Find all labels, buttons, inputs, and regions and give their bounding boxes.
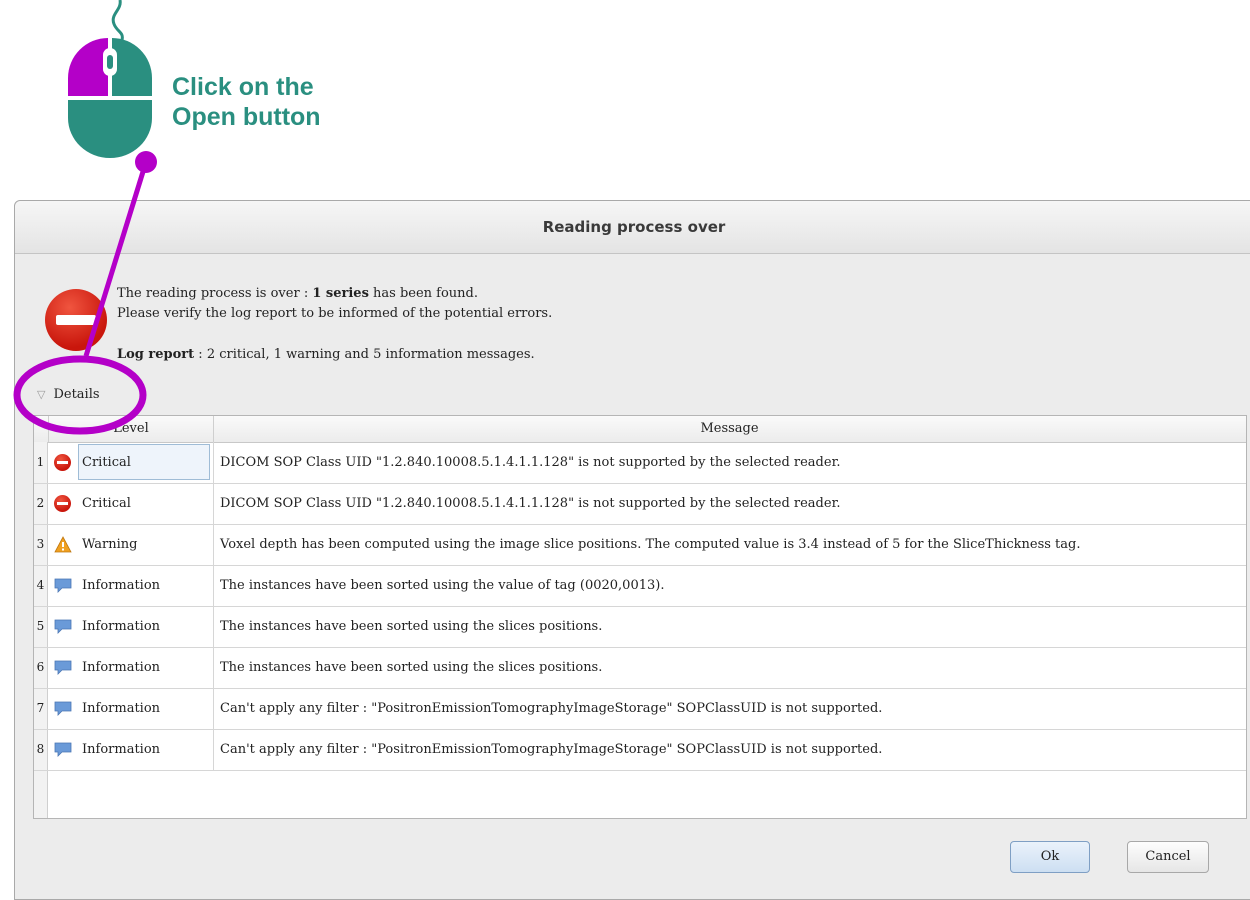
- details-label: Details: [53, 387, 100, 402]
- information-icon: [54, 659, 72, 676]
- log-report-text: : 2 critical, 1 warning and 5 informatio…: [194, 347, 535, 362]
- level-cell[interactable]: Warning: [82, 524, 137, 565]
- critical-icon: [54, 495, 71, 512]
- row-number: 1: [36, 455, 45, 469]
- message-text: The instances have been sorted using the…: [220, 660, 603, 675]
- annotation-instruction: Click on the Open button: [172, 72, 321, 132]
- level-cell[interactable]: Information: [82, 688, 160, 729]
- message-text: Voxel depth has been computed using the …: [220, 537, 1081, 552]
- level-cell[interactable]: Information: [82, 647, 160, 688]
- table-row[interactable]: 5 Information The instances have been sort…: [34, 606, 1246, 648]
- table-row[interactable]: 6 Information The instances have been sort…: [34, 647, 1246, 689]
- information-icon: [54, 577, 72, 594]
- message-cell[interactable]: The instances have been sorted using the…: [213, 565, 1246, 606]
- cancel-button[interactable]: Cancel: [1127, 841, 1209, 873]
- triangle-down-icon: ▽: [37, 388, 46, 401]
- message-cell[interactable]: Voxel depth has been computed using the …: [213, 524, 1246, 565]
- message-cell[interactable]: Can't apply any filter : "PositronEmissi…: [213, 688, 1246, 729]
- status-message-prefix: The reading process is over :: [117, 286, 313, 301]
- log-report-summary: Log report : 2 critical, 1 warning and 5…: [117, 347, 535, 362]
- message-cell[interactable]: Can't apply any filter : "PositronEmissi…: [213, 729, 1246, 770]
- table-row[interactable]: 2 Critical DICOM SOP Class UID "1.2.840.10…: [34, 483, 1246, 525]
- information-icon: [54, 741, 72, 758]
- reading-process-dialog: Reading process over The reading process…: [14, 200, 1250, 900]
- message-text: The instances have been sorted using the…: [220, 578, 665, 593]
- annotation-line-1: Click on the: [172, 73, 314, 101]
- row-number: 5: [36, 619, 45, 633]
- table-row[interactable]: 8 Information Can't apply any filter : "Po…: [34, 729, 1246, 771]
- row-number: 7: [36, 701, 45, 715]
- table-row[interactable]: 4 Information The instances have been sort…: [34, 565, 1246, 607]
- pointer-dot: [135, 151, 157, 173]
- message-text: The instances have been sorted using the…: [220, 619, 603, 634]
- table-row[interactable]: 1 Critical DICOM SOP Class UID "1.2.840.10…: [34, 442, 1246, 484]
- row-number: 6: [36, 660, 45, 674]
- critical-error-icon: [45, 289, 107, 351]
- level-cell[interactable]: Information: [82, 729, 160, 770]
- details-toggle[interactable]: ▽ Details: [37, 387, 100, 402]
- table-header: Level Message: [34, 416, 1246, 443]
- level-cell[interactable]: Information: [82, 606, 160, 647]
- row-number: 4: [36, 578, 45, 592]
- critical-icon: [54, 454, 71, 471]
- dialog-titlebar: Reading process over: [15, 201, 1250, 254]
- mouse-cable: [111, 0, 124, 41]
- level-cell[interactable]: Critical: [82, 483, 131, 524]
- warning-icon: [54, 536, 72, 553]
- message-text: DICOM SOP Class UID "1.2.840.10008.5.1.4…: [220, 455, 841, 470]
- message-text: Can't apply any filter : "PositronEmissi…: [220, 701, 883, 716]
- message-cell[interactable]: The instances have been sorted using the…: [213, 647, 1246, 688]
- message-text: Can't apply any filter : "PositronEmissi…: [220, 742, 883, 757]
- log-report-label: Log report: [117, 347, 195, 362]
- column-header-level[interactable]: Level: [48, 416, 214, 442]
- message-cell[interactable]: DICOM SOP Class UID "1.2.840.10008.5.1.4…: [213, 483, 1246, 524]
- information-icon: [54, 618, 72, 635]
- status-message-suffix: has been found.: [368, 286, 479, 301]
- row-number: 2: [36, 496, 45, 510]
- log-table[interactable]: Level Message 1 Critical DICOM SOP Class U…: [33, 415, 1247, 819]
- row-number: 3: [36, 537, 45, 551]
- mouse-icon: [68, 38, 152, 158]
- information-icon: [54, 700, 72, 717]
- verify-message: Please verify the log report to be infor…: [117, 306, 553, 321]
- level-cell[interactable]: Critical: [82, 442, 131, 483]
- status-message: The reading process is over : 1 series h…: [117, 286, 478, 301]
- table-row[interactable]: 3 Warning Voxel depth has been computed us…: [34, 524, 1246, 566]
- annotation-line-2: Open button: [172, 103, 321, 131]
- status-message-count: 1 series: [312, 286, 369, 301]
- message-text: DICOM SOP Class UID "1.2.840.10008.5.1.4…: [220, 496, 841, 511]
- ok-button[interactable]: Ok: [1010, 841, 1090, 873]
- level-cell[interactable]: Information: [82, 565, 160, 606]
- table-row[interactable]: 7 Information Can't apply any filter : "Po…: [34, 688, 1246, 730]
- row-number: 8: [36, 742, 45, 756]
- dialog-title: Reading process over: [542, 218, 726, 236]
- message-cell[interactable]: The instances have been sorted using the…: [213, 606, 1246, 647]
- message-cell[interactable]: DICOM SOP Class UID "1.2.840.10008.5.1.4…: [213, 442, 1246, 483]
- column-header-message[interactable]: Message: [213, 416, 1246, 442]
